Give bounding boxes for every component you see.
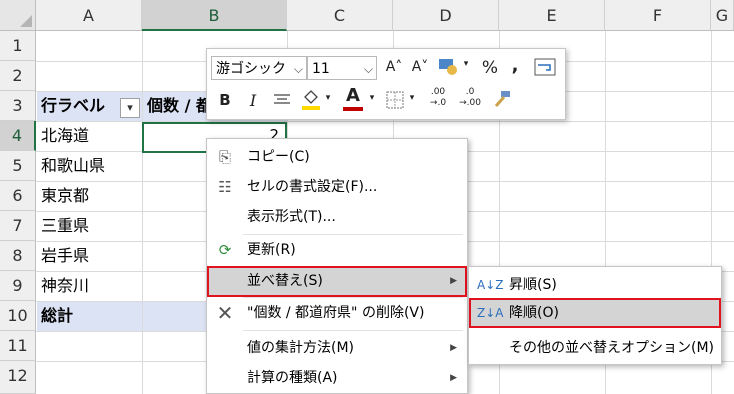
row-header-1[interactable]: 1 [0,31,36,61]
grow-font-button[interactable]: A˄ [383,59,405,75]
font-size-combo[interactable]: 11 ⌵ [307,56,377,80]
decrease-decimal-label: .0 [465,87,475,97]
font-name-combo[interactable]: 游ゴシック ⌵ [211,56,307,80]
filter-dropdown-icon[interactable]: ▾ [120,98,140,118]
sort-ascending-icon: A↓Z [477,278,504,292]
submenu-arrow-icon: ▶ [450,343,457,353]
menu-item-sort-label: 並べ替え(S) [247,273,323,289]
row-header-4[interactable]: 4 [0,121,36,151]
font-name-value: 游ゴシック [216,61,286,77]
row-header-6[interactable]: 6 [0,181,36,211]
cell-a9[interactable]: 神奈川 [37,271,141,301]
chevron-down-icon: ⌵ [293,62,303,76]
cell-a7[interactable]: 三重県 [37,211,141,241]
cell-a10[interactable]: 総計 [37,301,141,331]
increase-decimal-label: .00 [430,87,446,97]
font-size-value: 11 [312,61,330,77]
cell-a8[interactable]: 岩手県 [37,241,141,271]
menu-item-number-format[interactable]: 表示形式(T)... [207,202,467,232]
percent-button[interactable]: % [479,58,501,78]
wrap-text-icon[interactable] [533,57,557,79]
format-painter-icon[interactable] [491,89,513,111]
menu-item-sort-ascending[interactable]: A↓Z 昇順(S) [469,270,721,300]
select-all-corner[interactable] [0,0,36,31]
menu-item-sort[interactable]: 並べ替え(S) ▶ [207,266,467,297]
grid-line [142,31,143,394]
font-color-dropdown-icon[interactable]: ▾ [367,93,377,103]
chevron-down-icon: ⌵ [363,62,373,76]
cell-a4[interactable]: 北海道 [37,121,141,151]
column-header-b[interactable]: B [142,0,287,31]
submenu-arrow-icon: ▶ [450,276,457,286]
row-header-8[interactable]: 8 [0,241,36,271]
row-header-10[interactable]: 10 [0,301,36,331]
menu-item-more-sort-options-label: その他の並べ替えオプション(M) [509,340,715,356]
refresh-icon: ⟳ [218,241,232,259]
borders-icon[interactable] [385,91,405,109]
menu-item-sort-descending-label: 降順(O) [509,305,559,321]
decrease-decimal-button[interactable]: .0 →.00 [457,87,483,109]
increase-decimal-button[interactable]: .00 →.0 [425,87,451,109]
cell-a6[interactable]: 東京都 [37,181,141,211]
column-header-c[interactable]: C [287,0,393,31]
menu-item-format-cells-label: セルの書式設定(F)... [247,179,378,195]
menu-item-show-values-as-label: 計算の種類(A) [247,370,338,386]
menu-item-remove-field[interactable]: ✕ "個数 / 都道府県" の削除(V) [207,298,467,328]
menu-item-format-cells[interactable]: ☷ セルの書式設定(F)... [207,172,467,202]
cell-a3[interactable]: 行ラベル [37,91,121,121]
row-header-3[interactable]: 3 [0,91,36,121]
row-header-5[interactable]: 5 [0,151,36,181]
menu-item-copy-label: コピー(C) [247,149,310,165]
menu-item-summarize-by[interactable]: 値の集計方法(M) ▶ [207,333,467,363]
menu-item-sort-ascending-label: 昇順(S) [509,277,557,293]
copy-icon: ⎘ [218,148,231,166]
shrink-font-button[interactable]: A˅ [409,59,431,75]
format-cells-icon: ☷ [218,178,232,196]
row-header-2[interactable]: 2 [0,61,36,91]
font-color-button[interactable]: A [341,87,365,113]
italic-button[interactable]: I [243,91,263,110]
row-header-12[interactable]: 12 [0,361,36,394]
borders-dropdown-icon[interactable]: ▾ [407,93,417,103]
row-header-9[interactable]: 9 [0,271,36,301]
menu-item-refresh-label: 更新(R) [247,242,296,258]
menu-separator [243,330,463,331]
menu-item-refresh[interactable]: ⟳ 更新(R) [207,235,467,265]
menu-item-more-sort-options[interactable]: その他の並べ替えオプション(M) [469,333,721,363]
row-header-11[interactable]: 11 [0,331,36,361]
fill-color-dropdown-icon[interactable]: ▾ [323,93,333,103]
sort-submenu: A↓Z 昇順(S) Z↓A 降順(O) その他の並べ替えオプション(M) [468,266,722,365]
column-header-f[interactable]: F [605,0,711,31]
cell-a5[interactable]: 和歌山県 [37,151,141,181]
align-center-icon[interactable] [271,93,293,111]
comma-style-button[interactable]: , [507,55,523,76]
sort-descending-icon: Z↓A [477,306,504,320]
row-header-7[interactable]: 7 [0,211,36,241]
submenu-arrow-icon: ▶ [450,373,457,383]
font-color-letter: A [346,85,360,106]
bold-button[interactable]: B [215,91,235,109]
fill-color-icon[interactable] [299,87,323,111]
mini-toolbar: 游ゴシック ⌵ 11 ⌵ A˄ A˅ ▾ % , B I ▾ A ▾ ▾ .00… [206,48,566,120]
accounting-dropdown-icon[interactable]: ▾ [461,59,471,69]
menu-item-number-format-label: 表示形式(T)... [247,209,336,225]
menu-item-summarize-by-label: 値の集計方法(M) [247,340,355,356]
menu-item-copy[interactable]: ⎘ コピー(C) [207,142,467,172]
context-menu: ⎘ コピー(C) ☷ セルの書式設定(F)... 表示形式(T)... ⟳ 更新… [206,138,468,394]
column-header-a[interactable]: A [36,0,142,31]
close-icon: ✕ [216,301,234,325]
font-color-swatch [343,107,363,111]
menu-item-remove-field-label: "個数 / 都道府県" の削除(V) [247,305,425,321]
column-header-e[interactable]: E [499,0,605,31]
menu-item-sort-descending[interactable]: Z↓A 降順(O) [469,298,721,328]
column-header-d[interactable]: D [393,0,499,31]
column-header-g[interactable]: G [711,0,734,31]
menu-item-show-values-as[interactable]: 計算の種類(A) ▶ [207,363,467,393]
accounting-format-icon[interactable] [437,55,459,77]
